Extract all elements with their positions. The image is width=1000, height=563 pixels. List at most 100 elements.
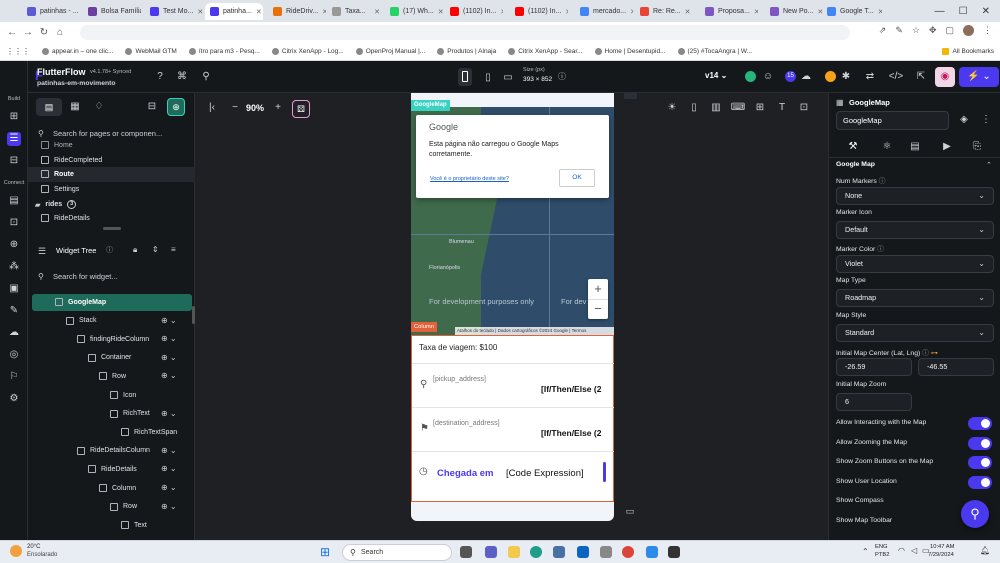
close-tab-icon[interactable]: ✕ (685, 8, 691, 16)
bookmark-item[interactable]: Produtos | Alnaja (431, 48, 502, 55)
sidebar-icon[interactable]: ▢ (945, 25, 954, 36)
info-icon[interactable]: ⓘ (554, 69, 570, 85)
bookmark-item[interactable]: Citrix XenApp - Log... (266, 48, 350, 55)
bookmark-item[interactable]: WebMail GTM (119, 48, 182, 55)
sort-icon[interactable]: ≡ (171, 245, 176, 254)
clock-date[interactable]: 7/29/2024 (928, 552, 954, 558)
widget-tree-item[interactable]: Row (110, 502, 137, 511)
zoom-level[interactable]: 90% (246, 103, 264, 113)
components-tab-icon[interactable]: ▦ (67, 99, 83, 115)
language-indicator[interactable]: ENG (875, 544, 888, 550)
close-tab-icon[interactable]: ✕ (630, 8, 633, 16)
more-options-icon[interactable]: ⋮ (978, 112, 994, 128)
toggle-switch[interactable] (968, 417, 992, 430)
zoom-in-icon[interactable]: + (270, 100, 286, 116)
share-icon[interactable]: ⇗ (879, 25, 887, 36)
file-explorer-icon[interactable] (508, 546, 520, 558)
chevron-up-icon[interactable]: ⌃ (862, 547, 869, 556)
bookmark-item[interactable]: Home | Desentupid... (589, 48, 672, 55)
close-tab-icon[interactable]: ✕ (878, 8, 882, 16)
resize-handle[interactable] (103, 227, 121, 230)
add-child-icon[interactable]: ⊕ ⌄ (161, 334, 177, 343)
widget-tree-item[interactable]: Row (99, 372, 126, 381)
check-status-icon[interactable] (745, 71, 756, 82)
todo-icon[interactable] (646, 546, 658, 558)
firestore-icon[interactable]: ▤ (7, 194, 21, 208)
url-input[interactable] (80, 25, 850, 40)
docs-tab-icon[interactable]: ⎘ (969, 139, 985, 155)
help-chat-fab[interactable]: ⚲ (961, 500, 989, 528)
collapse-icon[interactable]: ⇕ (152, 245, 159, 254)
browser-tab[interactable]: (17) Wh... ✕ (385, 3, 443, 20)
components-icon[interactable]: ⁂ (7, 260, 21, 274)
widget-tree-item[interactable]: Stack (66, 316, 97, 325)
command-icon[interactable]: ⌘ (174, 69, 190, 85)
reload-icon[interactable]: ↻ (36, 27, 52, 38)
cloud-icon[interactable]: ☁ (798, 69, 814, 85)
widget-tree-item[interactable]: Icon (110, 391, 136, 399)
bookmark-item[interactable]: Citrix XenApp - Sear... (502, 48, 588, 55)
star-icon[interactable]: ☆ (912, 25, 920, 36)
minimize-icon[interactable]: — (935, 6, 945, 17)
actions-tab-icon[interactable]: ⚛ (879, 139, 895, 155)
ai-gen-icon[interactable]: ⚄ (292, 100, 310, 118)
browser-tab[interactable]: Bolsa Família✕ (83, 3, 141, 20)
puzzle-icon[interactable]: ✥ (929, 25, 937, 36)
task-view-icon[interactable] (460, 546, 472, 558)
weather-icon[interactable] (10, 545, 22, 557)
widget-tree-item[interactable]: GoogleMap (55, 298, 106, 306)
properties-tab-icon[interactable]: ⚒ (845, 139, 861, 155)
share-project-icon[interactable]: ⇄ (862, 69, 878, 85)
scrollbar[interactable] (192, 306, 195, 324)
all-bookmarks[interactable]: All Bookmarks (936, 48, 1000, 55)
settings-icon[interactable]: ⚙ (7, 392, 21, 406)
api-icon[interactable]: ⊕ (7, 238, 21, 252)
clock-time[interactable]: 10:47 AM (930, 544, 955, 550)
map-zoom-out-icon[interactable]: − (588, 299, 608, 319)
outlook-icon[interactable] (577, 546, 589, 558)
close-tab-icon[interactable]: ✕ (322, 8, 326, 16)
marker-icon-select[interactable]: Default ⌄ (836, 221, 994, 239)
grid-icon[interactable]: ⊞ (752, 100, 768, 116)
widget-tree-item[interactable]: Column (99, 484, 136, 492)
bug-icon[interactable]: ✱ (838, 69, 854, 85)
page-item-ridecompleted[interactable]: RideCompleted (41, 156, 102, 164)
ok-button[interactable]: OK (559, 169, 595, 187)
pages-search-input[interactable]: Search for pages or componen... (53, 129, 193, 138)
custom-code-icon[interactable]: ⚐ (7, 370, 21, 384)
add-page-icon[interactable]: ⊕ (167, 98, 185, 116)
keyboard-icon[interactable]: ⌨ (730, 100, 746, 116)
device-icon[interactable]: ▥ (708, 100, 724, 116)
ride-details-column[interactable]: Taxa de viagem: $100 ⚲ [pickup_address] … (411, 335, 614, 502)
add-child-icon[interactable]: ⊕ ⌄ (161, 353, 177, 362)
zoom-out-icon[interactable]: − (227, 100, 243, 116)
latitude-input[interactable]: -26.59 (836, 358, 912, 376)
marker-color-select[interactable]: Violet ⌄ (836, 255, 994, 273)
app-state-icon[interactable]: ⊡ (7, 216, 21, 230)
code-icon[interactable]: </> (888, 69, 904, 85)
ruler-icon[interactable]: ⊡ (796, 100, 812, 116)
widget-tree-item[interactable]: RideDetails (88, 465, 137, 474)
longitude-input[interactable]: -46.55 (918, 358, 994, 376)
device-phone-button[interactable] (458, 68, 472, 86)
num-markers-select[interactable]: None ⌄ (836, 187, 994, 205)
open-external-icon[interactable]: ⇱ (913, 69, 929, 85)
extension-icon[interactable]: ✎ (895, 25, 903, 36)
browser-tab[interactable]: New Po... ✕ (765, 3, 823, 20)
tablet-icon[interactable]: ▯ (480, 70, 496, 86)
toggle-switch[interactable] (968, 475, 992, 489)
integrations-icon[interactable]: ◎ (7, 348, 21, 362)
run-button[interactable]: ⚡ ⌄ (959, 67, 999, 87)
maximize-icon[interactable]: ☐ (959, 6, 968, 17)
owner-link[interactable]: Você é o proprietário deste site? (430, 176, 509, 182)
widget-tree-item[interactable]: Text (121, 521, 147, 530)
app-icon[interactable] (600, 546, 612, 558)
pages-tab-icon[interactable]: ▤ (36, 98, 62, 116)
animation-tab-icon[interactable]: ▶ (939, 139, 955, 155)
terminal-icon[interactable] (668, 546, 680, 558)
browser-tab[interactable]: RideDriv... ✕ (268, 3, 326, 20)
toggle-switch[interactable] (968, 436, 992, 450)
help-icon[interactable]: ? (152, 69, 168, 85)
flutter-version-select[interactable]: v14 ⌄ (705, 71, 727, 80)
bookmark-item[interactable]: appear.in – one clic... (36, 48, 119, 55)
